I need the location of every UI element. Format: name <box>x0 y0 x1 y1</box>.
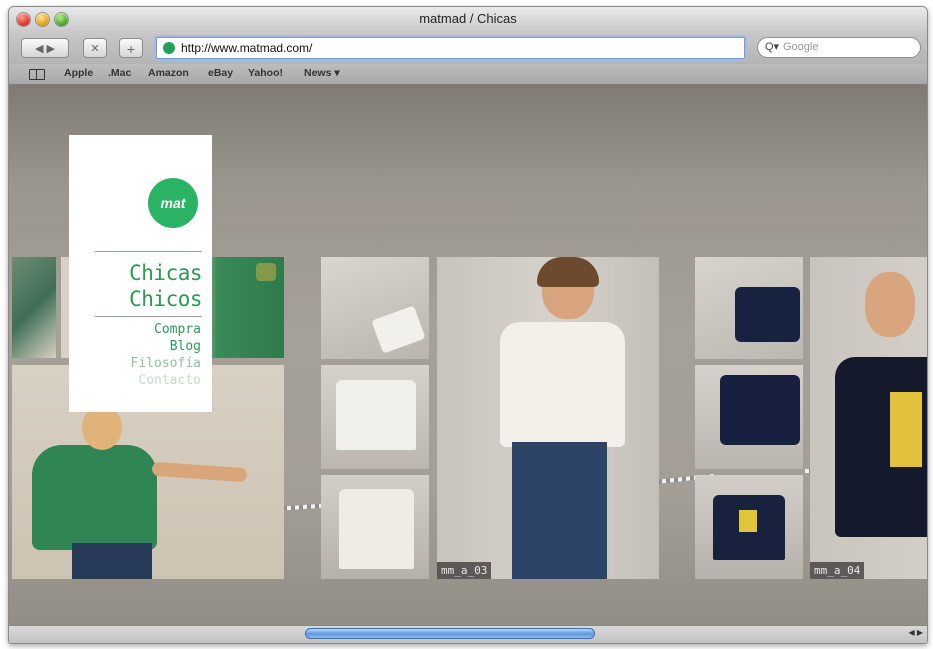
web-content: mat mad Chicas Chicos Compra Blog Filoso… <box>9 85 927 626</box>
bookmark-ebay[interactable]: eBay <box>208 67 233 79</box>
shirt-print <box>739 510 757 532</box>
green-tshirt <box>32 445 157 550</box>
browser-window: matmad / Chicas ◀ ▶ ✕ + http://www.matma… <box>8 6 928 644</box>
photo-caption: mm_a_04 <box>810 562 865 579</box>
nav-blog[interactable]: Blog <box>170 339 201 354</box>
shirt-print <box>890 392 922 467</box>
add-bookmark-button[interactable]: + <box>119 38 143 58</box>
nav-chicos[interactable]: Chicos <box>129 287 202 311</box>
jeans <box>72 543 152 579</box>
matmad-logo[interactable]: mat mad <box>148 178 198 261</box>
browser-toolbar: ◀ ▶ ✕ + http://www.matmad.com/ Q▾ Google <box>9 34 927 64</box>
jeans <box>512 442 607 579</box>
photo-tile[interactable]: mm_a_03 <box>437 257 659 579</box>
scroll-arrows-icon[interactable]: ◀ ▶ <box>908 628 923 637</box>
hanging-shirt <box>735 287 800 342</box>
bookmarks-bar: Apple .Mac Amazon eBay Yahoo! News ▾ <box>9 64 927 85</box>
photo-caption: mm_a_03 <box>437 562 492 579</box>
photo-tile[interactable] <box>321 257 429 359</box>
model-hair <box>537 257 599 287</box>
site-nav-panel: mat mad Chicas Chicos Compra Blog Filoso… <box>69 135 212 412</box>
nav-divider <box>95 316 202 317</box>
back-forward-button[interactable]: ◀ ▶ <box>21 38 69 58</box>
photo-tile[interactable] <box>321 475 429 579</box>
hanging-shirt <box>336 380 416 450</box>
nav-contacto[interactable]: Contacto <box>138 373 201 388</box>
bookmark-news[interactable]: News ▾ <box>304 67 340 79</box>
search-placeholder: Google <box>783 41 819 53</box>
bookmark-yahoo[interactable]: Yahoo! <box>248 67 283 79</box>
title-bar: matmad / Chicas <box>9 7 927 34</box>
nav-divider <box>95 251 202 252</box>
photo-tile[interactable] <box>321 365 429 469</box>
nav-chicos-label: Chicos <box>129 287 202 311</box>
window-title: matmad / Chicas <box>419 11 517 26</box>
bookmarks-book-icon[interactable] <box>29 69 45 80</box>
photo-tile[interactable]: mm_a_04 <box>810 257 927 579</box>
site-icon <box>163 42 175 54</box>
search-field[interactable]: Q▾ Google <box>757 37 921 58</box>
hanging-shirt <box>720 375 800 445</box>
photo-tile[interactable] <box>12 257 56 358</box>
nav-compra[interactable]: Compra <box>154 322 201 337</box>
hanging-shirt <box>339 489 414 569</box>
model-head <box>865 272 915 337</box>
bookmark-mac[interactable]: .Mac <box>108 67 131 79</box>
model-arm <box>151 461 248 483</box>
search-icon: Q▾ <box>765 41 780 53</box>
white-tshirt <box>500 322 625 447</box>
bookmark-amazon[interactable]: Amazon <box>148 67 189 79</box>
scrollbar-thumb[interactable] <box>305 628 595 639</box>
photo-tile[interactable] <box>695 475 803 579</box>
address-bar[interactable]: http://www.matmad.com/ <box>156 37 745 59</box>
photo-tile[interactable] <box>695 257 803 359</box>
horizontal-scrollbar[interactable]: ◀ ▶ <box>9 625 927 643</box>
stop-button[interactable]: ✕ <box>83 38 107 58</box>
bookmark-apple[interactable]: Apple <box>64 67 93 79</box>
photo-tile[interactable] <box>695 365 803 469</box>
address-text: http://www.matmad.com/ <box>181 41 313 55</box>
hanging-shirt <box>371 305 426 354</box>
shirt-print <box>256 263 276 281</box>
nav-filosofia[interactable]: Filosofía <box>131 356 201 371</box>
nav-chicas[interactable]: Chicas <box>129 261 202 285</box>
